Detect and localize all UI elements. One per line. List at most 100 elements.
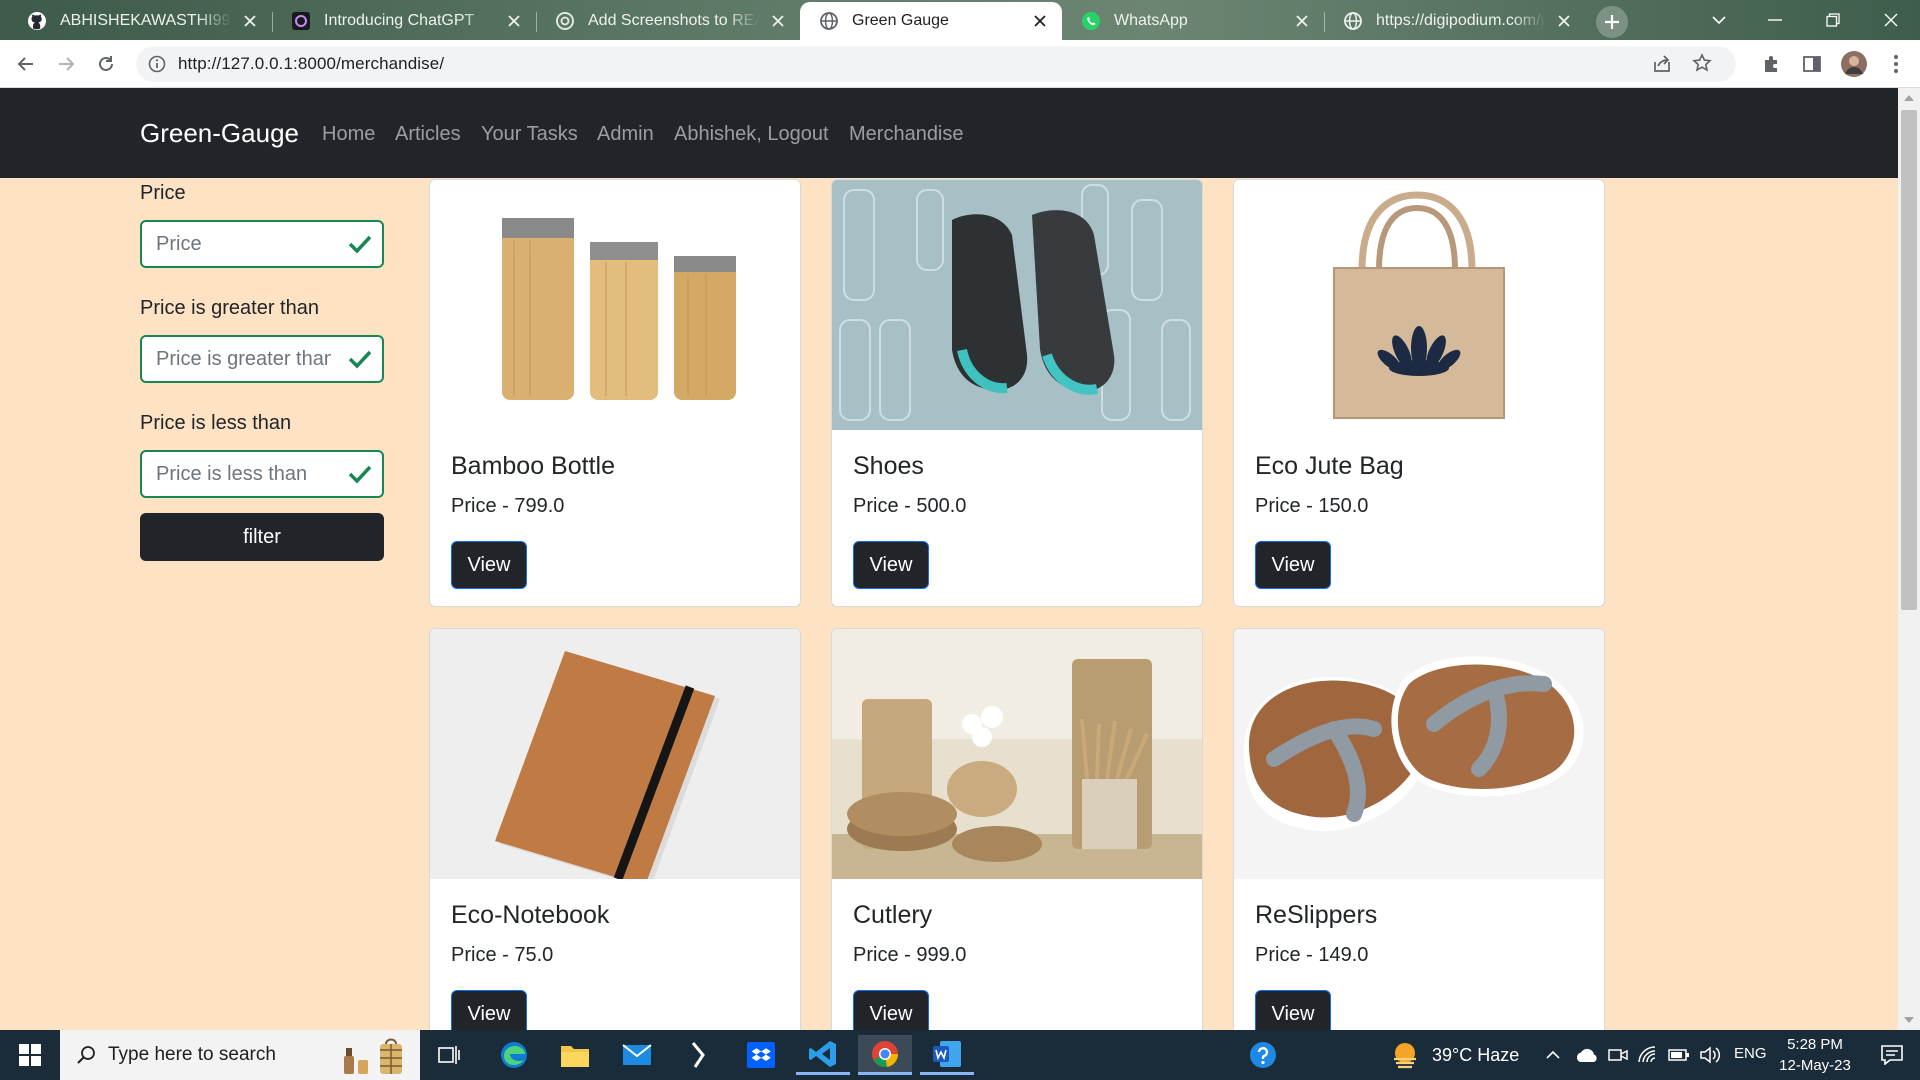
system-tray — [1546, 1030, 1722, 1080]
product-price: Price - 150.0 — [1255, 495, 1369, 517]
scroll-down-icon[interactable] — [1904, 1016, 1914, 1024]
edge-taskbar-button[interactable] — [487, 1035, 541, 1075]
nav-home[interactable]: Home — [322, 123, 375, 146]
forward-button[interactable] — [48, 46, 84, 82]
close-icon[interactable] — [1554, 11, 1574, 31]
address-bar[interactable]: http://127.0.0.1:8000/merchandise/ — [136, 46, 1736, 82]
share-icon[interactable] — [1652, 54, 1672, 74]
minimize-button[interactable] — [1750, 0, 1800, 40]
mail-taskbar-button[interactable] — [610, 1035, 664, 1075]
close-icon[interactable] — [504, 11, 524, 31]
price-greater-input[interactable] — [156, 347, 331, 371]
close-window-button[interactable] — [1866, 0, 1916, 40]
task-view-button[interactable] — [422, 1035, 476, 1075]
nav-admin[interactable]: Admin — [597, 123, 654, 146]
chevron-up-icon[interactable] — [1546, 1050, 1560, 1060]
price-label: Price — [140, 182, 186, 204]
whatsapp-icon — [1080, 10, 1102, 32]
system-clock[interactable]: 5:28 PM 12-May-23 — [1770, 1034, 1860, 1076]
chrome-taskbar-button[interactable] — [858, 1035, 912, 1075]
page-scrollbar[interactable] — [1898, 88, 1920, 1030]
chevron-down-icon — [1712, 16, 1726, 25]
browser-tab-strip: ABHISHEKAWASTHI99/Green-Gauge Introducin… — [0, 0, 1920, 40]
nav-your-tasks[interactable]: Your Tasks — [481, 123, 578, 146]
profile-avatar[interactable] — [1836, 46, 1872, 82]
task-view-icon — [438, 1046, 460, 1064]
globe-icon — [818, 10, 840, 32]
tab-green-gauge[interactable]: Green Gauge — [800, 2, 1062, 40]
taskbar-search-box[interactable]: Type here to search — [60, 1030, 420, 1080]
volume-icon[interactable] — [1700, 1046, 1722, 1064]
brand-link[interactable]: Green-Gauge — [140, 118, 299, 149]
url-text[interactable]: http://127.0.0.1:8000/merchandise/ — [178, 54, 444, 74]
extensions-button[interactable] — [1754, 46, 1790, 82]
language-indicator[interactable]: ENG — [1734, 1045, 1767, 1062]
browser-toolbar: http://127.0.0.1:8000/merchandise/ — [0, 40, 1920, 88]
wifi-icon[interactable] — [1638, 1046, 1658, 1064]
start-button[interactable] — [0, 1030, 60, 1080]
onedrive-icon[interactable] — [1574, 1047, 1598, 1063]
notifications-button[interactable] — [1864, 1030, 1920, 1080]
price-input[interactable] — [156, 232, 331, 256]
browser-menu-button[interactable] — [1878, 46, 1914, 82]
view-button[interactable]: View — [451, 541, 527, 589]
view-button[interactable]: View — [853, 541, 929, 589]
tab-title: Green Gauge — [852, 12, 949, 29]
tab-github[interactable]: ABHISHEKAWASTHI99/Green-Gauge — [8, 2, 272, 40]
word-icon — [933, 1040, 961, 1067]
tab-digipodium[interactable]: https://digipodium.com/pr — [1324, 2, 1586, 40]
tab-readme[interactable]: Add Screenshots to README — [536, 2, 800, 40]
vscode-taskbar-button[interactable] — [796, 1035, 850, 1075]
folder-icon — [561, 1046, 589, 1067]
tab-search-button[interactable] — [1694, 0, 1744, 40]
view-button[interactable]: View — [451, 990, 527, 1030]
close-icon[interactable] — [768, 11, 788, 31]
restore-button[interactable] — [1808, 0, 1858, 40]
back-button[interactable] — [8, 46, 44, 82]
terminal-taskbar-button[interactable] — [672, 1035, 726, 1075]
product-price: Price - 149.0 — [1255, 944, 1369, 966]
shoes-image — [832, 180, 1202, 430]
dropbox-taskbar-button[interactable] — [734, 1035, 788, 1075]
new-tab-button[interactable] — [1596, 6, 1628, 38]
tab-whatsapp[interactable]: WhatsApp — [1062, 2, 1324, 40]
bookmark-star-icon[interactable] — [1692, 53, 1712, 73]
nav-merchandise[interactable]: Merchandise — [849, 123, 964, 146]
price-less-input[interactable] — [156, 462, 331, 486]
close-icon[interactable] — [1292, 11, 1312, 31]
site-navbar: Green-Gauge Home Articles Your Tasks Adm… — [0, 88, 1898, 178]
chatgpt-icon — [290, 10, 312, 32]
battery-icon[interactable] — [1668, 1048, 1690, 1062]
word-taskbar-button[interactable] — [920, 1035, 974, 1075]
windows-logo-icon — [19, 1044, 41, 1066]
close-icon[interactable] — [1030, 11, 1050, 31]
scroll-up-icon[interactable] — [1904, 94, 1914, 102]
view-button[interactable]: View — [853, 990, 929, 1030]
filter-button[interactable]: filter — [140, 513, 384, 561]
view-button[interactable]: View — [1255, 541, 1331, 589]
product-card: Eco-Notebook Price - 75.0 View — [429, 628, 801, 1030]
tab-chatgpt[interactable]: Introducing ChatGPT — [272, 2, 536, 40]
puzzle-icon — [1765, 56, 1777, 72]
product-card: Eco Jute Bag Price - 150.0 View — [1233, 179, 1605, 607]
product-card: ReSlippers Price - 149.0 View — [1233, 628, 1605, 1030]
product-price: Price - 75.0 — [451, 944, 554, 966]
weather-widget[interactable]: 39°C Haze — [1390, 1030, 1519, 1080]
meet-now-icon[interactable] — [1608, 1046, 1628, 1064]
product-name: Eco Jute Bag — [1255, 452, 1404, 480]
product-price: Price - 999.0 — [853, 944, 967, 966]
github-icon — [26, 10, 48, 32]
file-explorer-taskbar-button[interactable] — [548, 1035, 602, 1075]
view-button[interactable]: View — [1255, 990, 1331, 1030]
side-panel-button[interactable] — [1794, 46, 1830, 82]
scrollbar-thumb[interactable] — [1901, 110, 1917, 610]
vscode-icon — [809, 1040, 836, 1067]
nav-articles[interactable]: Articles — [395, 123, 461, 146]
nav-logout[interactable]: Abhishek, Logout — [674, 123, 829, 146]
close-icon[interactable] — [240, 11, 260, 31]
reload-button[interactable] — [88, 46, 124, 82]
info-icon[interactable] — [148, 55, 166, 73]
help-taskbar-button[interactable] — [1236, 1035, 1290, 1075]
kebab-menu-icon — [1894, 55, 1898, 73]
product-price: Price - 500.0 — [853, 495, 967, 517]
